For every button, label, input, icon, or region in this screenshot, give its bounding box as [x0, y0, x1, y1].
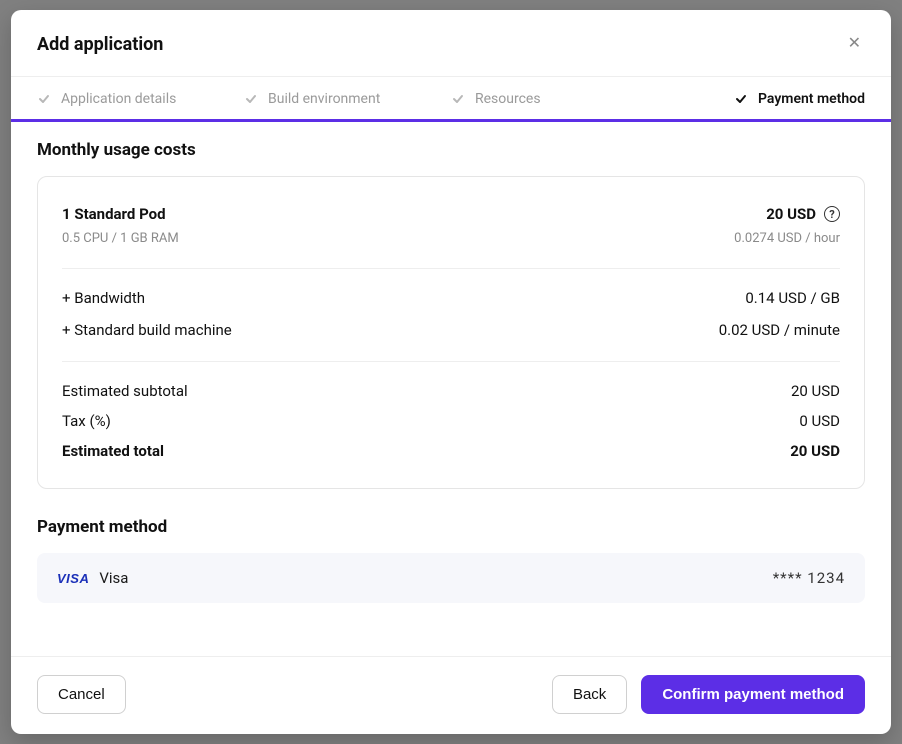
visa-logo-icon: VISA: [57, 571, 89, 586]
step-label: Application details: [61, 91, 176, 107]
pod-title: 1 Standard Pod: [62, 205, 166, 223]
build-machine-label: + Standard build machine: [62, 321, 232, 339]
confirm-payment-button[interactable]: Confirm payment method: [641, 675, 865, 714]
card-last4: **** 1234: [773, 569, 845, 587]
build-machine-price: 0.02 USD / minute: [719, 321, 840, 339]
pod-spec: 0.5 CPU / 1 GB RAM: [62, 231, 179, 246]
cost-block-totals: Estimated subtotal 20 USD Tax (%) 0 USD …: [62, 378, 840, 464]
payment-brand: VISA Visa: [57, 569, 128, 587]
total-value: 20 USD: [790, 442, 840, 460]
cost-block-addons: + Bandwidth 0.14 USD / GB + Standard bui…: [62, 285, 840, 362]
step-build-environment[interactable]: Build environment: [244, 91, 451, 107]
back-button[interactable]: Back: [552, 675, 627, 714]
modal-footer: Cancel Back Confirm payment method: [11, 656, 891, 734]
payment-method-box[interactable]: VISA Visa **** 1234: [37, 553, 865, 603]
bandwidth-price: 0.14 USD / GB: [745, 289, 840, 307]
add-application-modal: Add application ✕ Application details Bu…: [11, 10, 891, 734]
total-label: Estimated total: [62, 442, 164, 460]
close-button[interactable]: ✕: [844, 32, 865, 56]
pod-rate: 0.0274 USD / hour: [734, 231, 840, 246]
info-icon[interactable]: ?: [824, 206, 840, 222]
close-icon: ✕: [848, 35, 861, 52]
step-label: Resources: [475, 91, 541, 107]
modal-header: Add application ✕: [11, 10, 891, 77]
modal-title: Add application: [37, 34, 163, 55]
step-application-details[interactable]: Application details: [37, 91, 244, 107]
cost-block-pod: 1 Standard Pod 20 USD ? 0.5 CPU / 1 GB R…: [62, 201, 840, 269]
step-label: Build environment: [268, 91, 380, 107]
check-icon: [451, 92, 465, 106]
stepper: Application details Build environment Re…: [11, 77, 891, 122]
pod-price: 20 USD ?: [766, 205, 840, 223]
step-resources[interactable]: Resources: [451, 91, 658, 107]
modal-content: Monthly usage costs 1 Standard Pod 20 US…: [11, 122, 891, 656]
bandwidth-label: + Bandwidth: [62, 289, 145, 307]
step-payment-method[interactable]: Payment method: [658, 91, 865, 107]
step-label: Payment method: [758, 91, 865, 107]
payment-section-title: Payment method: [37, 517, 865, 537]
cancel-button[interactable]: Cancel: [37, 675, 126, 714]
costs-section-title: Monthly usage costs: [37, 140, 865, 160]
costs-card: 1 Standard Pod 20 USD ? 0.5 CPU / 1 GB R…: [37, 176, 865, 489]
tax-value: 0 USD: [799, 412, 840, 430]
tax-label: Tax (%): [62, 412, 111, 430]
subtotal-label: Estimated subtotal: [62, 382, 188, 400]
subtotal-value: 20 USD: [791, 382, 840, 400]
check-icon: [37, 92, 51, 106]
check-icon: [734, 92, 748, 106]
check-icon: [244, 92, 258, 106]
payment-brand-name: Visa: [99, 569, 128, 587]
